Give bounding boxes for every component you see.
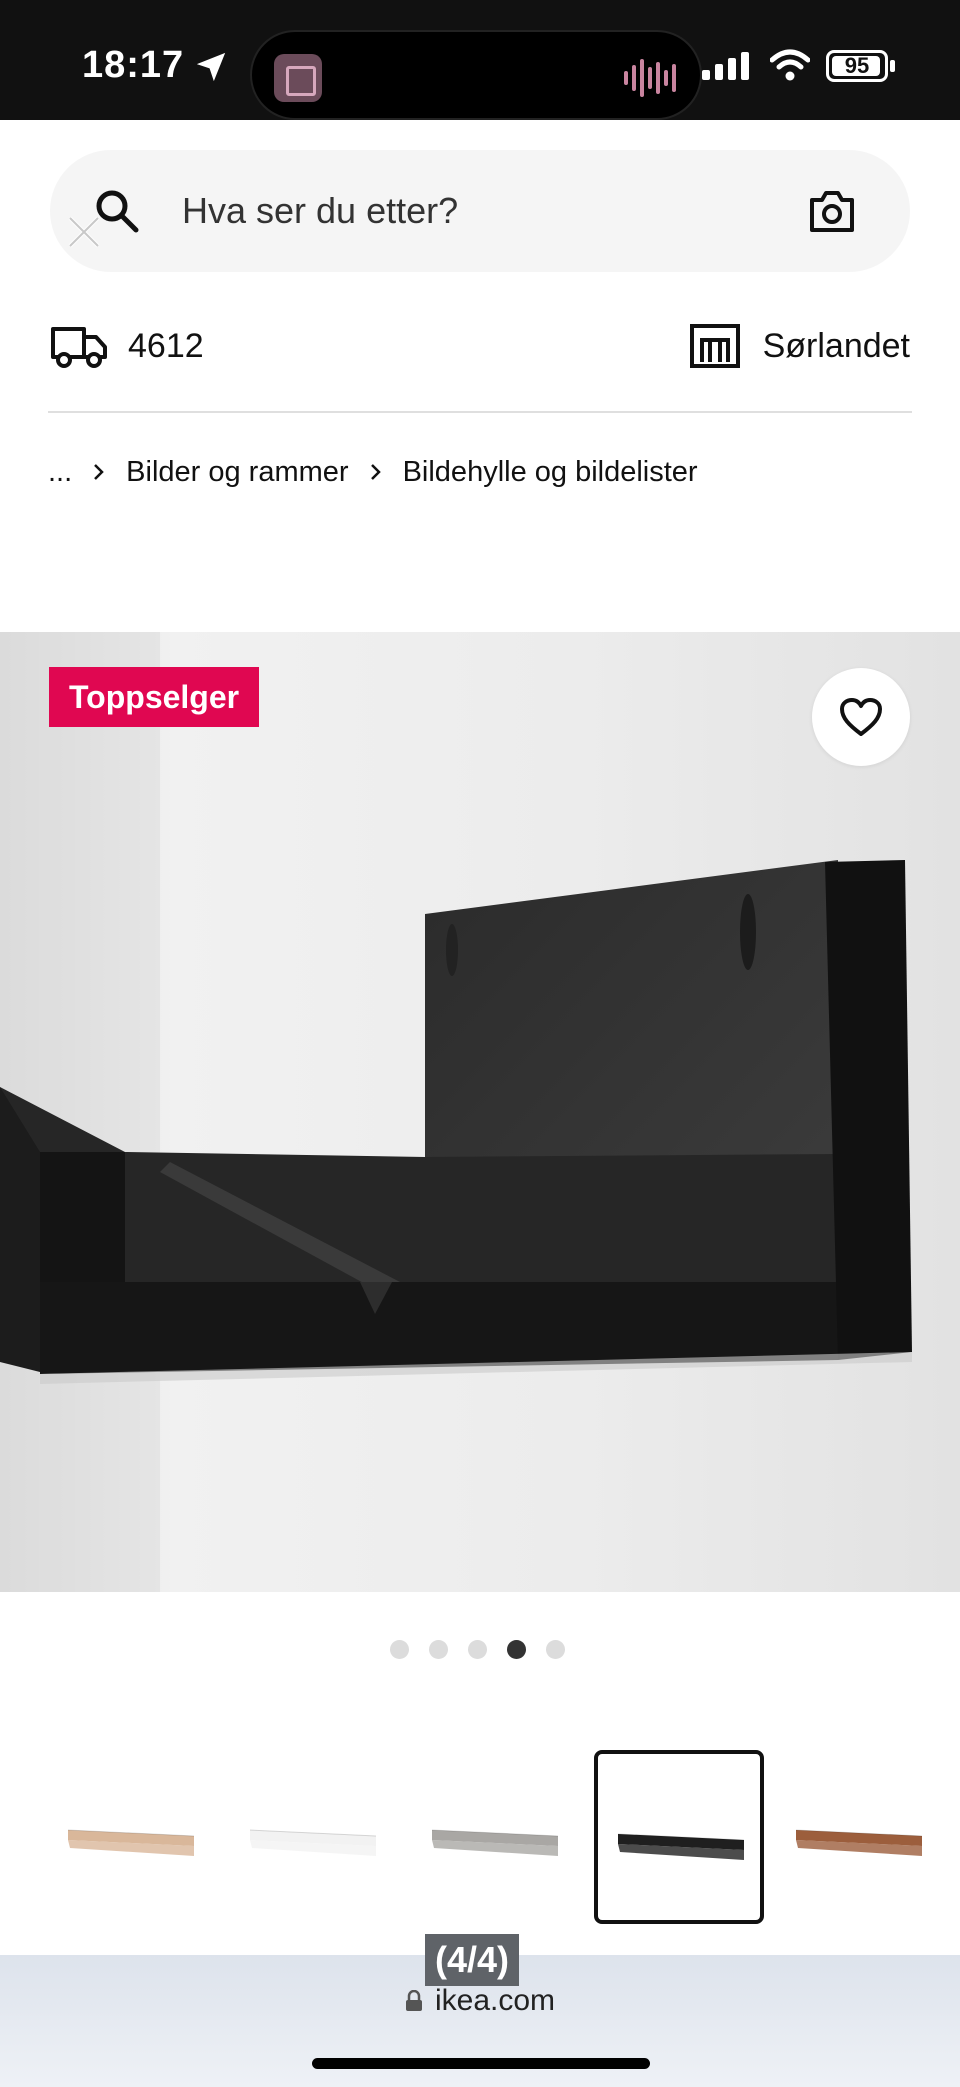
carousel-dot[interactable] bbox=[507, 1640, 526, 1659]
close-icon[interactable] bbox=[64, 212, 104, 252]
thumbnail-shelf-image bbox=[617, 1833, 745, 1860]
carousel-dot[interactable] bbox=[429, 1640, 448, 1659]
thumbnail-shelf-image bbox=[249, 1829, 377, 1856]
home-indicator[interactable] bbox=[312, 2058, 650, 2069]
audio-wave-icon bbox=[624, 58, 676, 98]
thumbnail-shelf-image bbox=[795, 1829, 923, 1856]
battery-icon: 95 bbox=[826, 50, 888, 82]
favorite-button[interactable] bbox=[812, 668, 910, 766]
product-thumbnail[interactable] bbox=[594, 1750, 764, 1924]
carousel-dot[interactable] bbox=[468, 1640, 487, 1659]
product-thumbnail[interactable] bbox=[230, 1750, 400, 1924]
breadcrumb-ellipsis[interactable]: ... bbox=[48, 456, 72, 489]
page-count-label: (4/4) bbox=[425, 1934, 520, 1986]
chevron-right-icon bbox=[370, 464, 381, 480]
breadcrumb-item-bildehylle[interactable]: Bildehylle og bildelister bbox=[403, 456, 698, 489]
breadcrumb: ... Bilder og rammer Bildehylle og bilde… bbox=[48, 452, 698, 492]
wifi-icon bbox=[770, 49, 810, 81]
address-bar[interactable]: ikea.com bbox=[0, 1984, 960, 2018]
picture-ledge-image bbox=[0, 632, 960, 1592]
carousel-dot[interactable] bbox=[390, 1640, 409, 1659]
product-thumbnail[interactable] bbox=[776, 1750, 946, 1924]
camera-icon[interactable] bbox=[808, 188, 856, 234]
search-bar[interactable] bbox=[50, 150, 910, 272]
heart-icon bbox=[840, 698, 882, 736]
status-bar: 18:17 95 bbox=[0, 0, 960, 120]
carousel-dot[interactable] bbox=[546, 1640, 565, 1659]
url-text: ikea.com bbox=[434, 1984, 556, 2017]
delivery-postcode-button[interactable]: 4612 bbox=[50, 318, 204, 374]
bestseller-badge: Toppselger bbox=[49, 667, 260, 727]
thumbnail-strip bbox=[50, 1750, 950, 1924]
battery-percent: 95 bbox=[844, 53, 870, 78]
battery-nub bbox=[890, 60, 895, 72]
store-icon bbox=[689, 324, 740, 368]
store-name: Sørlandet bbox=[762, 326, 910, 365]
breadcrumb-item-bilder-og-rammer[interactable]: Bilder og rammer bbox=[126, 456, 348, 489]
lock-icon bbox=[405, 1990, 422, 2011]
app-activity-icon[interactable] bbox=[274, 54, 322, 102]
status-time: 18:17 bbox=[82, 44, 185, 86]
cellular-signal-icon bbox=[702, 52, 749, 80]
location-arrow-icon bbox=[196, 52, 226, 82]
carousel-pager[interactable] bbox=[390, 1640, 565, 1659]
store-selector-button[interactable]: Sørlandet bbox=[689, 318, 910, 374]
dynamic-island[interactable] bbox=[250, 30, 702, 120]
product-image[interactable] bbox=[0, 632, 960, 1592]
postcode-label: 4612 bbox=[128, 326, 204, 365]
divider bbox=[48, 411, 912, 413]
product-thumbnail[interactable] bbox=[48, 1750, 218, 1924]
thumbnail-shelf-image bbox=[431, 1829, 559, 1856]
truck-icon bbox=[51, 327, 107, 368]
thumbnail-shelf-image bbox=[67, 1829, 195, 1856]
chevron-right-icon bbox=[94, 464, 104, 480]
product-thumbnail[interactable] bbox=[412, 1750, 582, 1924]
search-input[interactable] bbox=[182, 180, 742, 242]
